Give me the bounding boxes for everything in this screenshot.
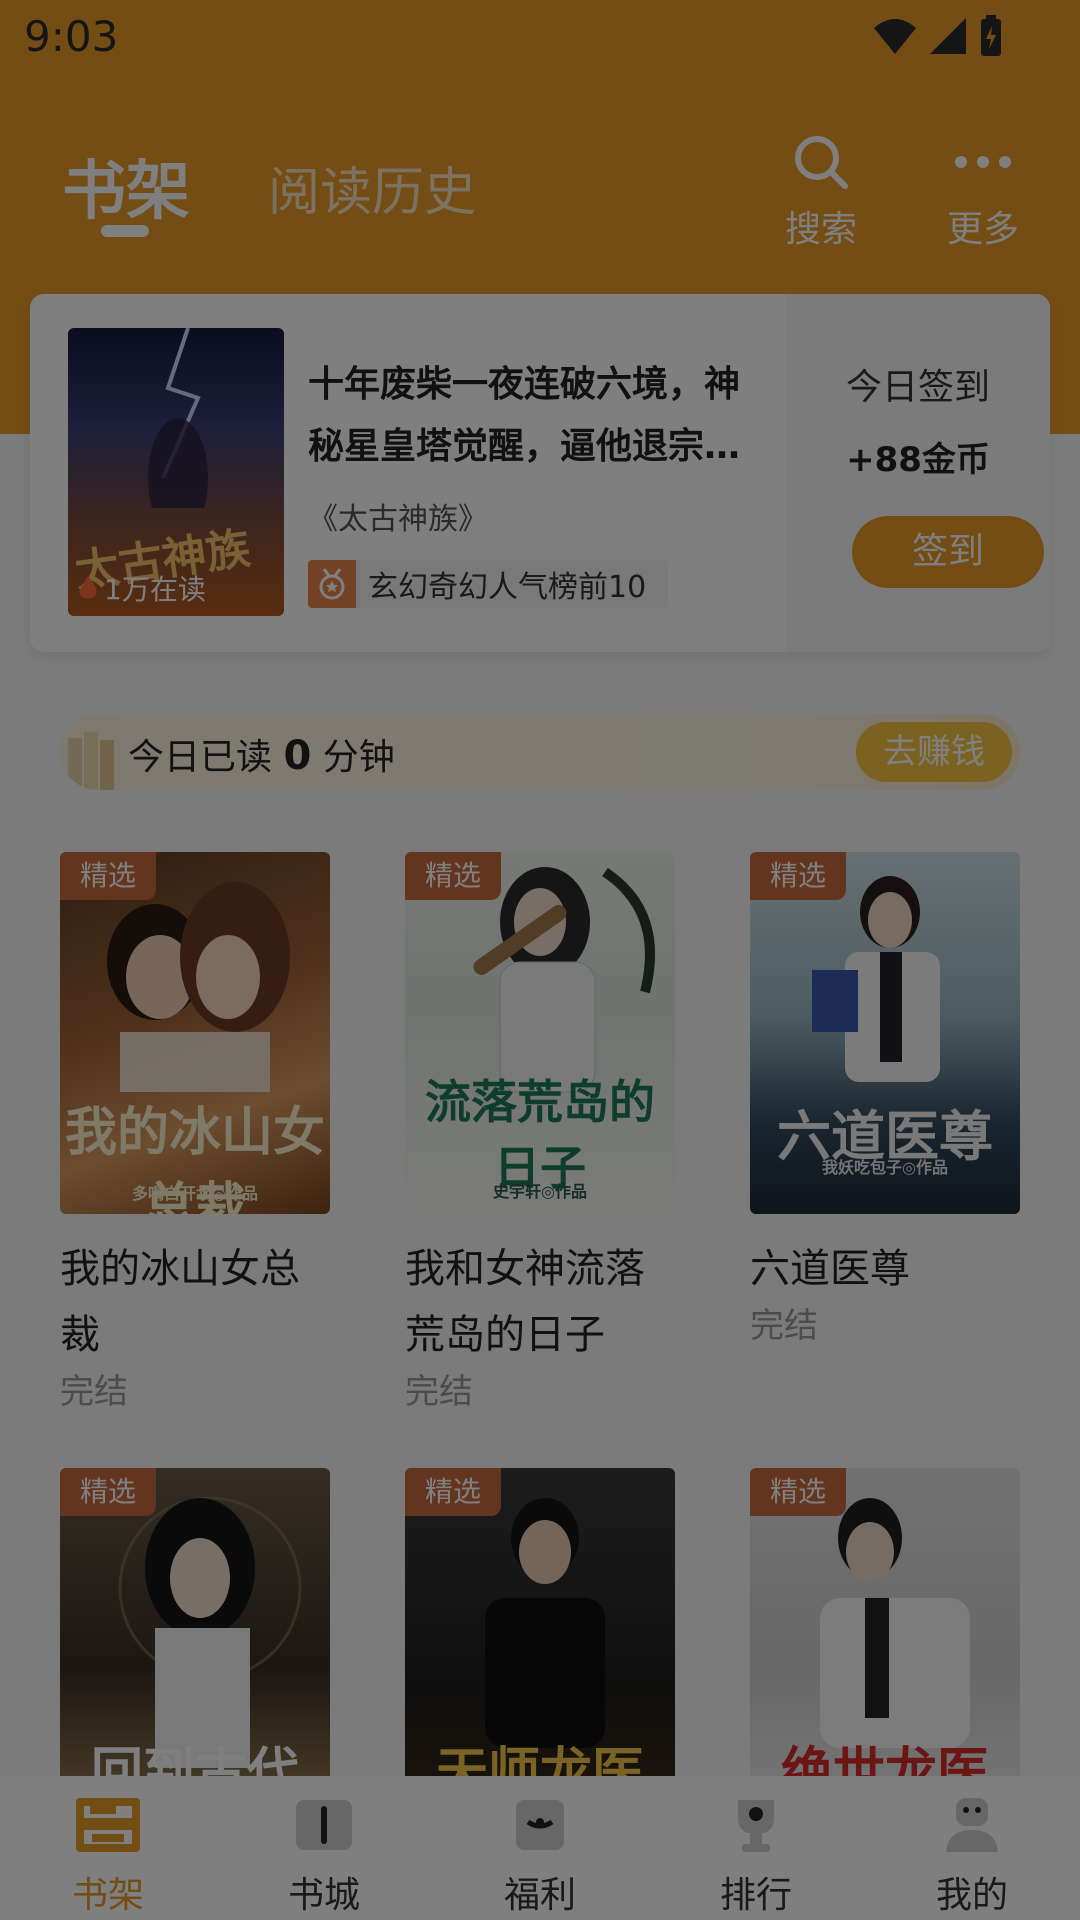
profile-icon bbox=[946, 1798, 998, 1852]
reading-time-text: 今日已读 0 分钟 bbox=[128, 728, 395, 780]
search-button[interactable]: 搜索 bbox=[766, 132, 876, 252]
rank-text: 玄幻奇幻人气榜前10 bbox=[368, 570, 647, 605]
search-label: 搜索 bbox=[784, 209, 857, 250]
nav-label: 排行 bbox=[719, 1875, 792, 1916]
nav-welfare[interactable]: 福利 bbox=[432, 1776, 648, 1920]
checkin-reward: +88金币 bbox=[846, 440, 990, 480]
bookshelf-screen: 9:03 书架 阅读历史 搜索 更多 太古神族 1万在读 十年废柴一夜连破六境，… bbox=[0, 0, 1080, 1920]
featured-tag: 精选 bbox=[750, 1468, 846, 1516]
tab-reading-history[interactable]: 阅读历史 bbox=[268, 150, 476, 225]
readers-text: 1万在读 bbox=[104, 573, 206, 606]
reading-minutes: 0 bbox=[283, 733, 312, 779]
lightning-art bbox=[148, 328, 208, 508]
book-cover[interactable]: 精选 我的冰山女总裁 多喝白开水◎作品 bbox=[60, 852, 330, 1214]
reading-time-bar: 今日已读 0 分钟 去赚钱 bbox=[60, 714, 1020, 790]
battery-icon bbox=[981, 15, 1001, 56]
featured-tag: 精选 bbox=[750, 852, 846, 900]
medal-icon bbox=[308, 560, 356, 608]
checkin-button[interactable]: 签到 bbox=[852, 516, 1044, 588]
featured-tag: 精选 bbox=[60, 852, 156, 900]
nav-label: 书城 bbox=[287, 1875, 360, 1916]
book-status: 完结 bbox=[750, 1306, 818, 1346]
books-stack-icon bbox=[68, 732, 114, 790]
reading-suffix: 分钟 bbox=[322, 737, 395, 778]
book-title[interactable]: 我和女神流落荒岛的日子 bbox=[405, 1236, 675, 1368]
more-button[interactable]: 更多 bbox=[928, 132, 1038, 252]
book-title[interactable]: 我的冰山女总裁 bbox=[60, 1236, 330, 1368]
nav-profile[interactable]: 我的 bbox=[864, 1776, 1080, 1920]
featured-tag: 精选 bbox=[405, 852, 501, 900]
nav-label: 我的 bbox=[935, 1875, 1008, 1916]
bottom-navigation: 书架 书城 福利 排行 我的 bbox=[0, 1776, 1080, 1920]
checkin-panel: 今日签到 +88金币 签到 bbox=[786, 294, 1050, 652]
reading-prefix: 今日已读 bbox=[128, 737, 273, 778]
book-status: 完结 bbox=[60, 1372, 128, 1412]
book-card[interactable]: 精选 我的冰山女总裁 多喝白开水◎作品 我的冰山女总裁 完结 bbox=[60, 852, 330, 1413]
nav-bookshelf[interactable]: 书架 bbox=[0, 1776, 216, 1920]
checkin-card[interactable]: 太古神族 1万在读 十年废柴一夜连破六境，神秘星皇塔觉醒，逼他退宗… 《太古神族… bbox=[30, 294, 1050, 652]
more-icon bbox=[955, 156, 1011, 168]
featured-headline[interactable]: 十年废柴一夜连破六境，神秘星皇塔觉醒，逼他退宗… bbox=[308, 354, 768, 478]
search-icon bbox=[795, 136, 848, 189]
book-cover[interactable]: 精选 流落荒岛的日子 史宇轩◎作品 bbox=[405, 852, 675, 1214]
nav-bookstore[interactable]: 书城 bbox=[216, 1776, 432, 1920]
flame-icon bbox=[79, 576, 97, 599]
cover-author-text: 多喝白开水◎作品 bbox=[132, 1184, 258, 1203]
checkin-title: 今日签到 bbox=[845, 367, 990, 408]
status-time: 9:03 bbox=[24, 12, 119, 61]
readers-count: 1万在读 bbox=[76, 568, 206, 608]
tab-bookshelf[interactable]: 书架 bbox=[62, 140, 190, 232]
featured-book-cover[interactable]: 太古神族 1万在读 bbox=[68, 328, 284, 616]
nav-label: 书架 bbox=[71, 1875, 144, 1916]
more-label: 更多 bbox=[946, 209, 1019, 250]
book-cover[interactable]: 精选 六道医尊 我妖吃包子◎作品 bbox=[750, 852, 1020, 1214]
active-tab-indicator bbox=[101, 225, 149, 237]
wifi-icon bbox=[874, 19, 916, 54]
book-title[interactable]: 六道医尊 bbox=[750, 1236, 1020, 1302]
rank-badge: 玄幻奇幻人气榜前10 bbox=[308, 560, 668, 608]
featured-tag: 精选 bbox=[60, 1468, 156, 1516]
cover-author-text: 史宇轩◎作品 bbox=[493, 1182, 587, 1201]
earn-money-button[interactable]: 去赚钱 bbox=[856, 722, 1012, 782]
book-card[interactable]: 精选 六道医尊 我妖吃包子◎作品 六道医尊 完结 bbox=[750, 852, 1020, 1347]
nav-ranking[interactable]: 排行 bbox=[648, 1776, 864, 1920]
signal-icon bbox=[930, 18, 966, 54]
book-status: 完结 bbox=[405, 1372, 473, 1412]
cover-author-text: 我妖吃包子◎作品 bbox=[822, 1158, 948, 1177]
nav-label: 福利 bbox=[503, 1875, 576, 1916]
book-card[interactable]: 精选 流落荒岛的日子 史宇轩◎作品 我和女神流落荒岛的日子 完结 bbox=[405, 852, 675, 1413]
status-icons bbox=[872, 14, 1004, 58]
featured-book-title: 《太古神族》 bbox=[308, 502, 488, 537]
trophy-icon bbox=[738, 1800, 774, 1852]
bookshelf-icon bbox=[76, 1798, 140, 1852]
featured-tag: 精选 bbox=[405, 1468, 501, 1516]
bookstore-icon bbox=[296, 1800, 352, 1850]
gift-icon bbox=[516, 1800, 564, 1850]
